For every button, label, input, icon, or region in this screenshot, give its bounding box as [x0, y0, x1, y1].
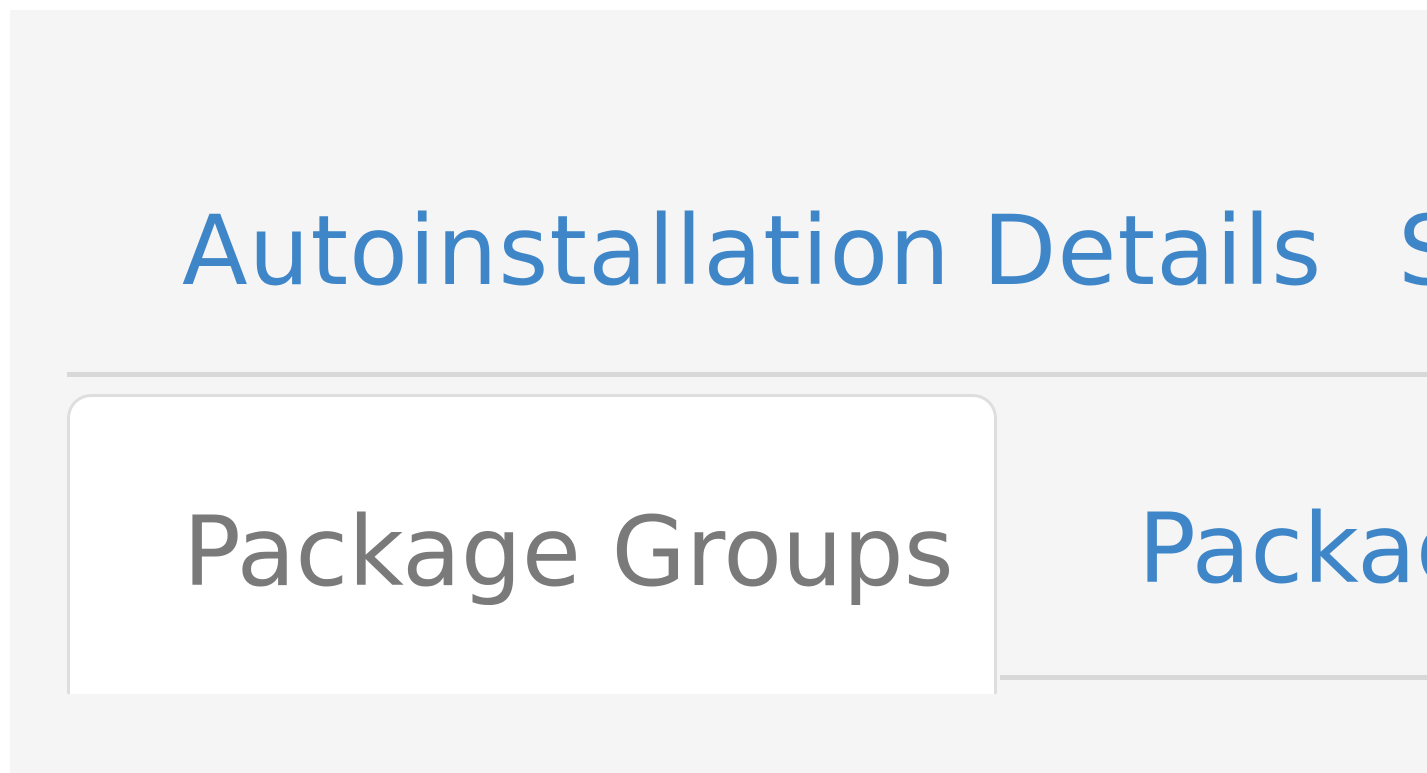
nav-link-truncated[interactable]: S — [1398, 196, 1427, 306]
page-frame: Autoinstallation Details S Package Group… — [10, 10, 1427, 773]
nav-divider — [67, 372, 1427, 377]
tab-packages[interactable]: Packag — [1138, 494, 1427, 604]
nav-link-autoinstallation-details[interactable]: Autoinstallation Details — [182, 196, 1322, 306]
tab-bar-baseline — [1000, 675, 1427, 680]
tab-package-groups[interactable]: Package Groups — [67, 394, 997, 694]
tab-package-groups-label: Package Groups — [183, 496, 954, 608]
